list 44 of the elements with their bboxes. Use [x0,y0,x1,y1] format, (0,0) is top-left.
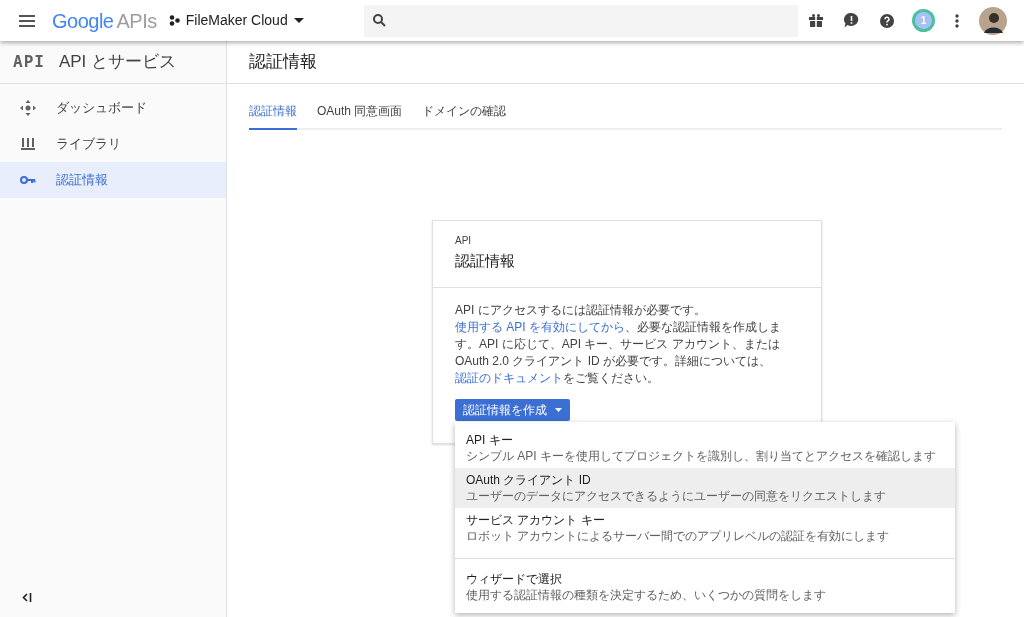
tab[interactable]: OAuth 同意画面 [317,102,403,130]
avatar[interactable] [979,6,1007,35]
feedback-icon[interactable] [844,13,859,28]
caret-icon [555,407,562,412]
library-icon [21,137,35,151]
menu-item-description: 使用する認証情報の種類を決定するため、いくつかの質問をします [466,586,827,603]
project-icon [168,15,180,26]
sidebar-item[interactable]: 認証情報 [0,162,226,198]
tab[interactable]: ドメインの確認 [422,102,507,130]
menu-item[interactable]: サービス アカウント キー ロボット アカウントによるサーバー間でのアプリレベルの認証を有効にします [455,507,955,548]
card-overline: API [455,234,473,248]
menu-item-title: OAuth クライアント ID [466,471,592,488]
menu-item-title: API キー [466,431,514,448]
move-icon [20,100,36,116]
sidebar-item[interactable]: ライブラリ [0,126,226,162]
logo[interactable]: GoogleAPIs [52,5,157,36]
gift-icon[interactable] [809,14,823,27]
collapse-icon[interactable] [22,593,32,602]
menu-item-description: ロボット アカウントによるサーバー間でのアプリレベルの認証を有効にします [466,527,891,544]
menu-item-description: ユーザーのデータにアクセスできるようにユーザーの同意をリクエストします [466,487,887,504]
link[interactable]: 認証のドキュメント [455,370,563,385]
sidebar-title: API とサービス [58,51,177,74]
card-description: API にアクセスするには認証情報が必要です。 使用する API を有効にしてから、必要な認証情報を作成します。API に応じて、API キー、サービス アカウント、または OAuth 2.0 クライアント ID が必要です。詳細については、 認証のドキュメント をご覧ください。 [455,301,782,387]
menu-item[interactable]: ウィザードで選択 使用する認証情報の種類を決定するため、いくつかの質問をします [455,557,955,607]
sidebar-item[interactable]: ダッシュボード [0,90,226,126]
link[interactable]: 使用する API を有効にしてから [455,319,625,334]
tab[interactable]: 認証情報 [249,102,297,130]
menu-item-title: サービス アカウント キー [466,511,606,528]
key-icon [20,175,36,185]
menu-item[interactable]: API キー シンプル API キーを使用してプロジェクトを識別し、割り当てとアクセスを確認します [455,427,955,468]
menu-icon[interactable] [19,14,35,27]
api-label: API [13,51,45,73]
menu-item-title: ウィザードで選択 [466,570,563,587]
search-field[interactable] [363,4,798,37]
page-title: 認証情報 [249,51,317,74]
help-icon[interactable] [880,13,894,28]
card-title: 認証情報 [455,251,516,271]
menu-item-description: シンプル API キーを使用してプロジェクトを識別し、割り当てとアクセスを確認します [466,447,937,464]
project-selector[interactable]: FileMaker Cloud [168,10,304,31]
create-credentials-button[interactable]: 認証情報を作成 [455,398,570,421]
menu-item[interactable]: OAuth クライアント ID ユーザーのデータにアクセスできるようにユーザーの同意をリクエストします [455,467,955,508]
search-icon [372,14,386,27]
more-icon[interactable] [955,13,959,28]
caret-icon [293,18,304,23]
